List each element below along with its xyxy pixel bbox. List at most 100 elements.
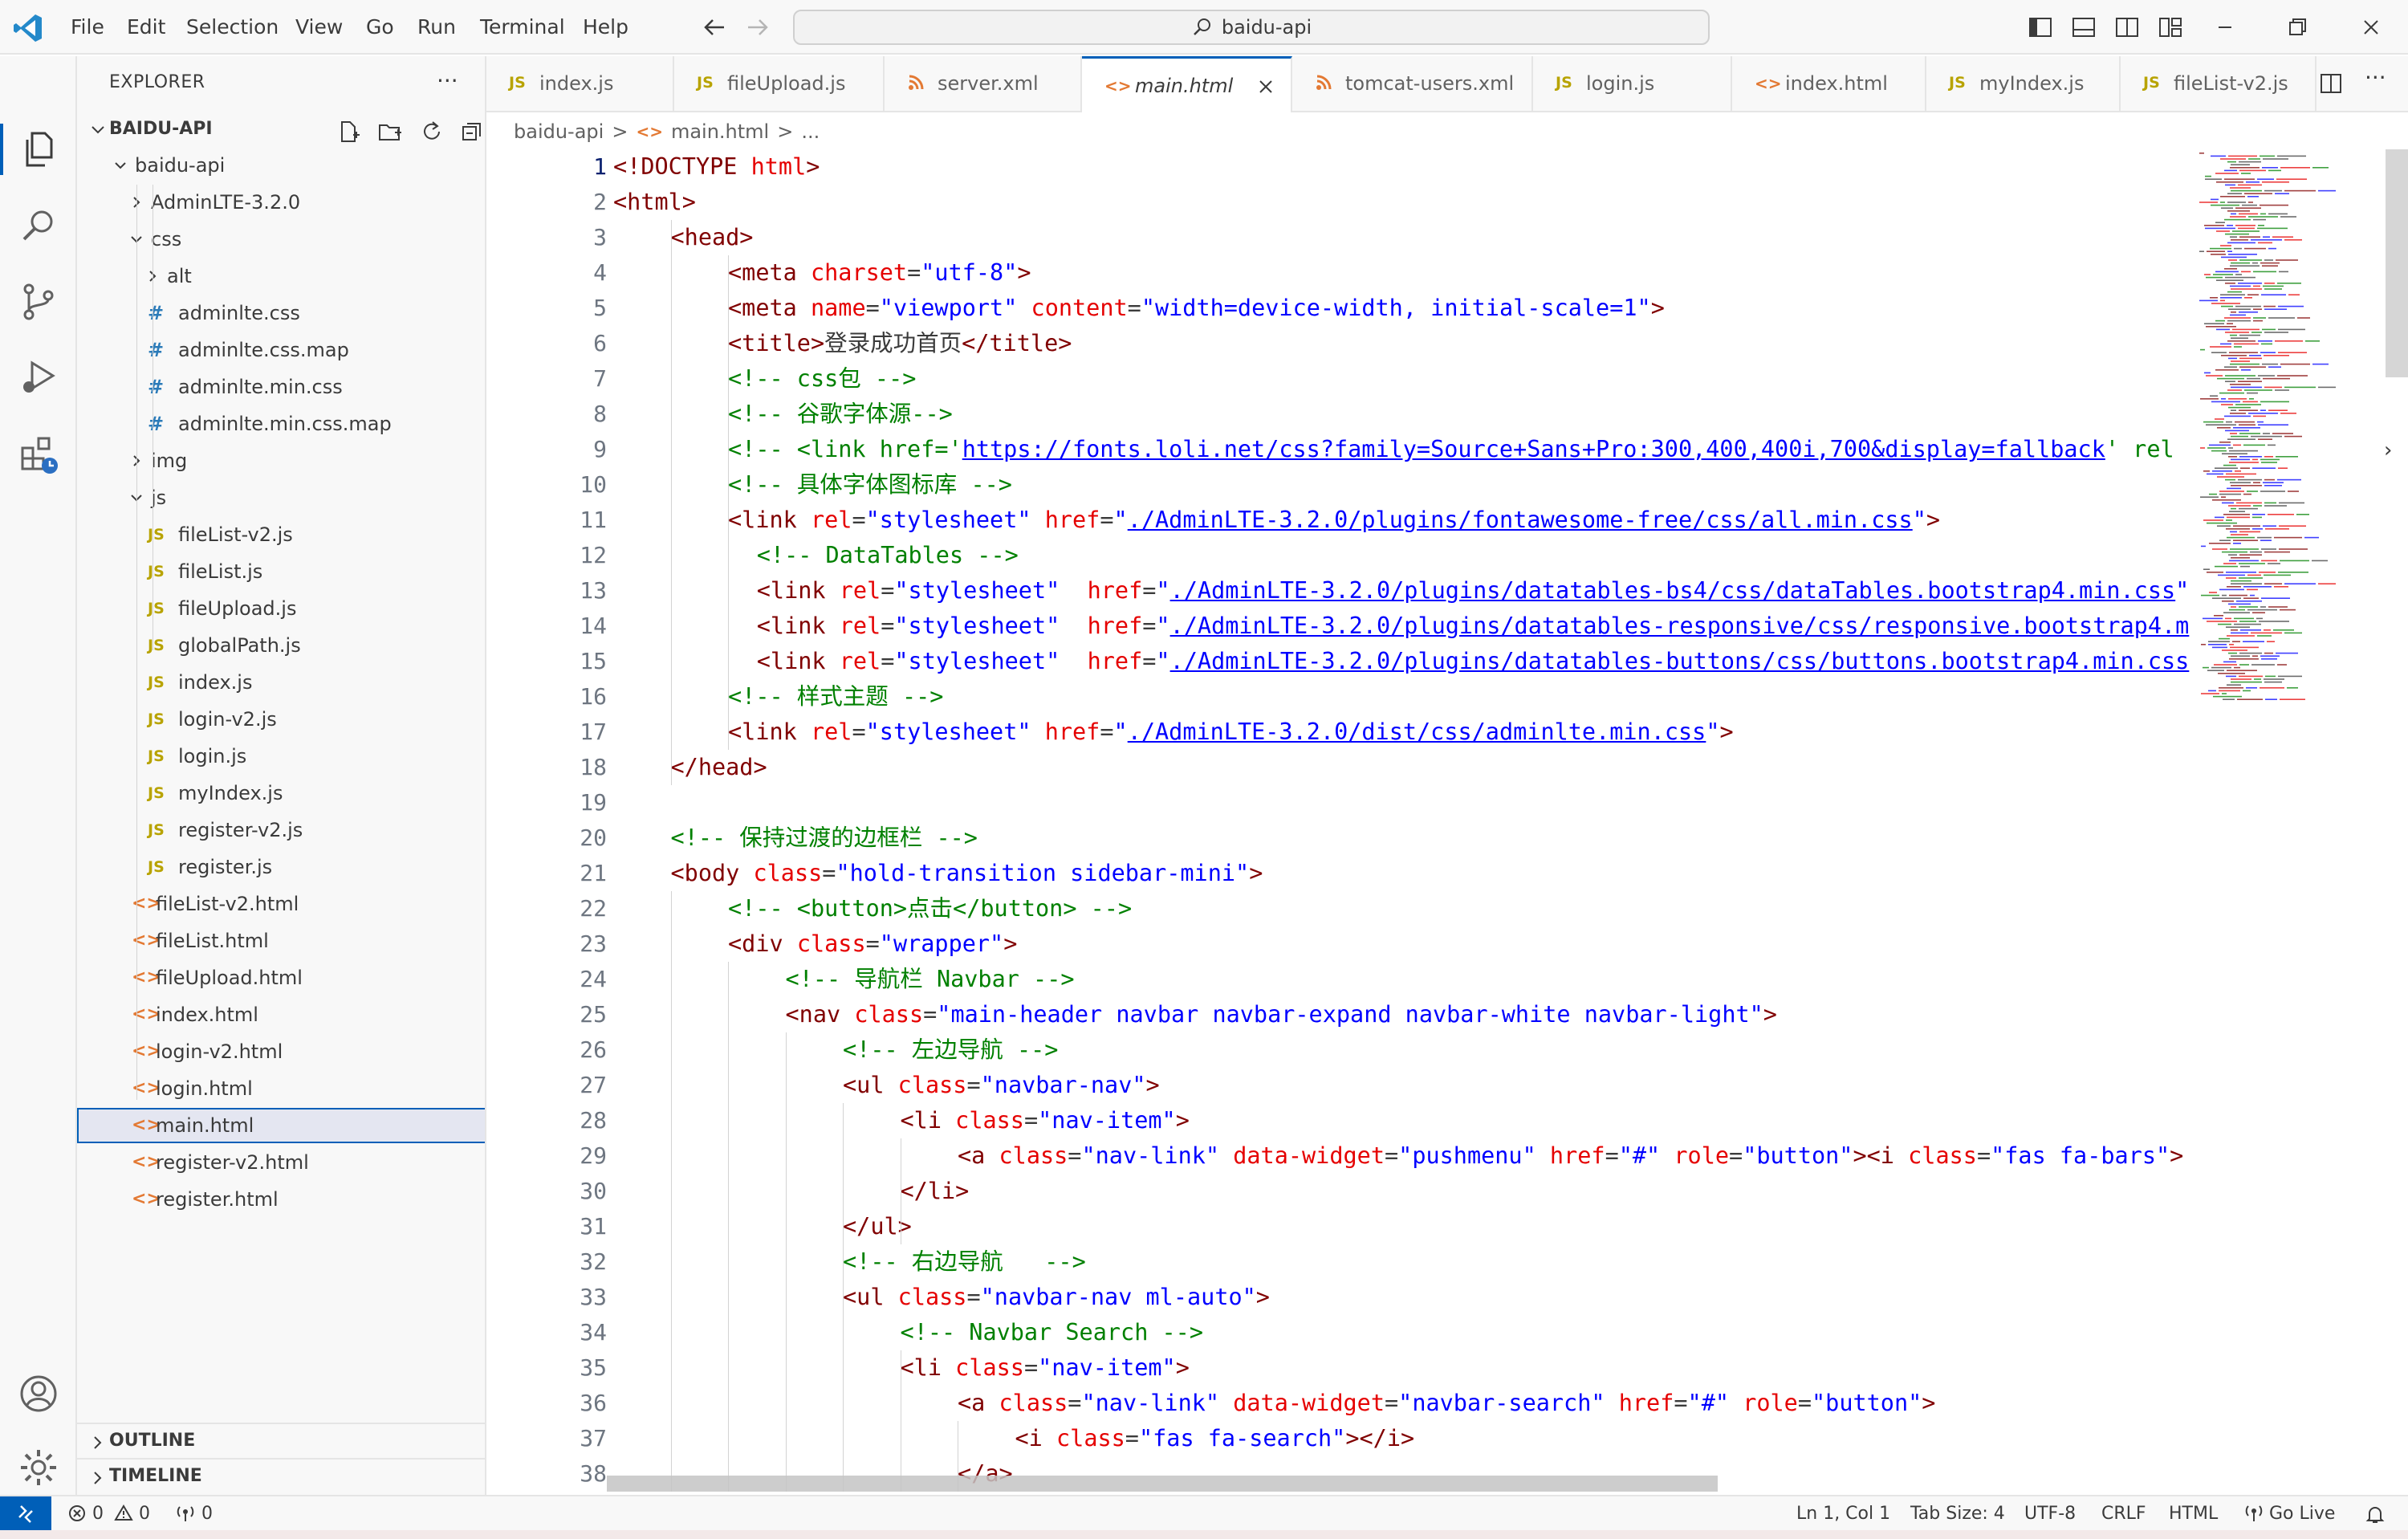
file-item[interactable]: <> index.html	[77, 997, 485, 1032]
outline-section[interactable]: OUTLINE	[77, 1423, 485, 1458]
language-mode[interactable]: HTML	[2169, 1503, 2218, 1525]
remote-indicator[interactable]	[0, 1496, 51, 1532]
file-item[interactable]: # adminlte.min.css.map	[77, 406, 485, 442]
timeline-section[interactable]: TIMELINE	[77, 1458, 485, 1493]
file-item[interactable]: JS fileUpload.js	[77, 591, 485, 626]
close-window-icon[interactable]	[2358, 14, 2384, 40]
breadcrumb-symbol[interactable]: ...	[801, 120, 820, 143]
code-line[interactable]: <!-- <link href='https://fonts.loli.net/…	[728, 432, 2174, 467]
file-item[interactable]: <> login.html	[77, 1071, 485, 1106]
file-item[interactable]: JS myIndex.js	[77, 776, 485, 811]
breadcrumb-folder[interactable]: baidu-api	[514, 120, 604, 143]
file-item[interactable]: # adminlte.min.css	[77, 369, 485, 405]
menu-terminal[interactable]: Terminal	[480, 13, 565, 42]
accounts-icon[interactable]	[18, 1373, 59, 1415]
menu-go[interactable]: Go	[366, 13, 394, 42]
encoding[interactable]: UTF-8	[2024, 1503, 2076, 1525]
minimize-icon[interactable]	[2212, 14, 2238, 40]
menu-edit[interactable]: Edit	[127, 13, 165, 42]
file-item[interactable]: JS index.js	[77, 665, 485, 700]
ports-indicator[interactable]: 0	[175, 1503, 213, 1525]
folder-item[interactable]: alt	[77, 259, 485, 294]
cursor-position[interactable]: Ln 1, Col 1	[1796, 1503, 1890, 1525]
problems-indicator[interactable]: 0 0	[67, 1503, 150, 1525]
code-line[interactable]: <!-- 导航栏 Navbar -->	[786, 962, 1075, 997]
code-line[interactable]: <!DOCTYPE html>	[613, 149, 820, 185]
command-center-search[interactable]: baidu-api	[793, 10, 1710, 45]
code-line[interactable]: <!-- 具体字体图标库 -->	[728, 467, 1012, 503]
file-item[interactable]: <> register-v2.html	[77, 1145, 485, 1180]
file-item[interactable]: JS register-v2.js	[77, 812, 485, 848]
source-control-icon[interactable]	[18, 281, 59, 323]
code-line[interactable]: <ul class="navbar-nav ml-auto">	[843, 1280, 1270, 1315]
menu-file[interactable]: File	[71, 13, 104, 42]
code-line[interactable]: </head>	[671, 750, 767, 785]
code-line[interactable]: <li class="nav-item">	[901, 1350, 1190, 1386]
code-editor[interactable]: 1 2 3 4 5 6 7 8 9 10 11 12 13 14 15 16 17 18 19 20 21 22 23 24 2…	[486, 149, 2408, 1495]
code-line[interactable]: <ul class="navbar-nav">	[843, 1068, 1160, 1103]
new-file-icon[interactable]	[336, 119, 361, 145]
code-line[interactable]: <link rel="stylesheet" href="./AdminLTE-…	[757, 573, 2190, 609]
file-item[interactable]: <> main.html	[77, 1108, 485, 1143]
code-line[interactable]: <link rel="stylesheet" href="./AdminLTE-…	[728, 503, 1940, 538]
file-item[interactable]: JS login-v2.js	[77, 702, 485, 737]
arrow-right-icon[interactable]	[743, 13, 772, 42]
code-line[interactable]: <link rel="stylesheet" href="./AdminLTE-…	[757, 644, 2190, 679]
search-icon[interactable]	[18, 206, 59, 247]
editor-tab[interactable]: JS fileUpload.js	[674, 56, 885, 112]
code-line[interactable]: <!-- css包 -->	[728, 361, 916, 397]
code-line[interactable]: <title>登录成功首页</title>	[728, 326, 1072, 361]
code-line[interactable]: <!-- DataTables -->	[757, 538, 1019, 573]
line-ending[interactable]: CRLF	[2101, 1503, 2146, 1525]
customize-layout-icon[interactable]	[2158, 14, 2183, 40]
toggle-panel-icon[interactable]	[2071, 14, 2097, 40]
restore-icon[interactable]	[2284, 14, 2310, 40]
editor-tab[interactable]: tomcat-users.xml	[1292, 56, 1533, 112]
code-line[interactable]: <li class="nav-item">	[901, 1103, 1190, 1138]
editor-tab[interactable]: JS login.js	[1533, 56, 1732, 112]
code-line[interactable]: <!-- 谷歌字体源-->	[728, 397, 953, 432]
file-item[interactable]: JS register.js	[77, 849, 485, 885]
folder-item[interactable]: AdminLTE-3.2.0	[77, 185, 485, 220]
minimap[interactable]	[2194, 149, 2384, 1495]
code-line[interactable]: <nav class="main-header navbar navbar-ex…	[786, 997, 1777, 1032]
editor-tab[interactable]: JS fileList-v2.js	[2121, 56, 2316, 112]
code-area[interactable]: <!DOCTYPE html> <html> <head> <meta charset…	[607, 149, 2276, 1495]
code-line[interactable]: <body class="hold-transition sidebar-min…	[671, 856, 1263, 891]
file-item[interactable]: JS login.js	[77, 739, 485, 774]
vertical-scrollbar-thumb[interactable]	[2386, 149, 2408, 377]
code-line[interactable]: <link rel="stylesheet" href="./AdminLTE-…	[757, 609, 2190, 644]
editor-tab[interactable]: JS myIndex.js	[1926, 56, 2121, 112]
file-item[interactable]: <> register.html	[77, 1182, 485, 1217]
editor-tab[interactable]: <> index.html	[1732, 56, 1926, 112]
file-item[interactable]: JS fileList-v2.js	[77, 517, 485, 552]
code-line[interactable]: <!-- 保持过渡的边框栏 -->	[671, 820, 978, 856]
notifications-bell-icon[interactable]	[2365, 1504, 2386, 1526]
collapse-all-icon[interactable]	[459, 119, 485, 145]
new-folder-icon[interactable]	[377, 119, 403, 145]
file-item[interactable]: <> fileList.html	[77, 923, 485, 959]
more-actions-icon[interactable]: ···	[437, 67, 458, 94]
file-item[interactable]: # adminlte.css	[77, 295, 485, 331]
menu-run[interactable]: Run	[417, 13, 456, 42]
folder-item[interactable]: img	[77, 443, 485, 478]
editor-tab[interactable]: server.xml	[885, 56, 1082, 112]
arrow-left-icon[interactable]	[700, 13, 729, 42]
code-line[interactable]: <a class="nav-link" data-widget="pushmen…	[958, 1138, 2183, 1174]
breadcrumb-file[interactable]: main.html	[671, 120, 769, 143]
toggle-primary-sidebar-icon[interactable]	[2028, 14, 2053, 40]
code-line[interactable]: </li>	[901, 1174, 970, 1209]
folder-item[interactable]: css	[77, 222, 485, 257]
code-line[interactable]: </ul>	[843, 1209, 912, 1244]
menu-help[interactable]: Help	[583, 13, 628, 42]
code-line[interactable]: <html>	[613, 185, 696, 220]
extensions-icon[interactable]	[18, 434, 59, 475]
tab-size[interactable]: Tab Size: 4	[1910, 1503, 2005, 1525]
editor-more-actions-icon[interactable]: ···	[2365, 64, 2386, 91]
file-item[interactable]: <> login-v2.html	[77, 1034, 485, 1069]
code-line[interactable]: <meta charset="utf-8">	[728, 255, 1031, 291]
refresh-icon[interactable]	[419, 119, 445, 145]
folder-item[interactable]: baidu-api	[77, 148, 485, 183]
code-line[interactable]: <meta name="viewport" content="width=dev…	[728, 291, 1665, 326]
code-line[interactable]: <head>	[671, 220, 754, 255]
